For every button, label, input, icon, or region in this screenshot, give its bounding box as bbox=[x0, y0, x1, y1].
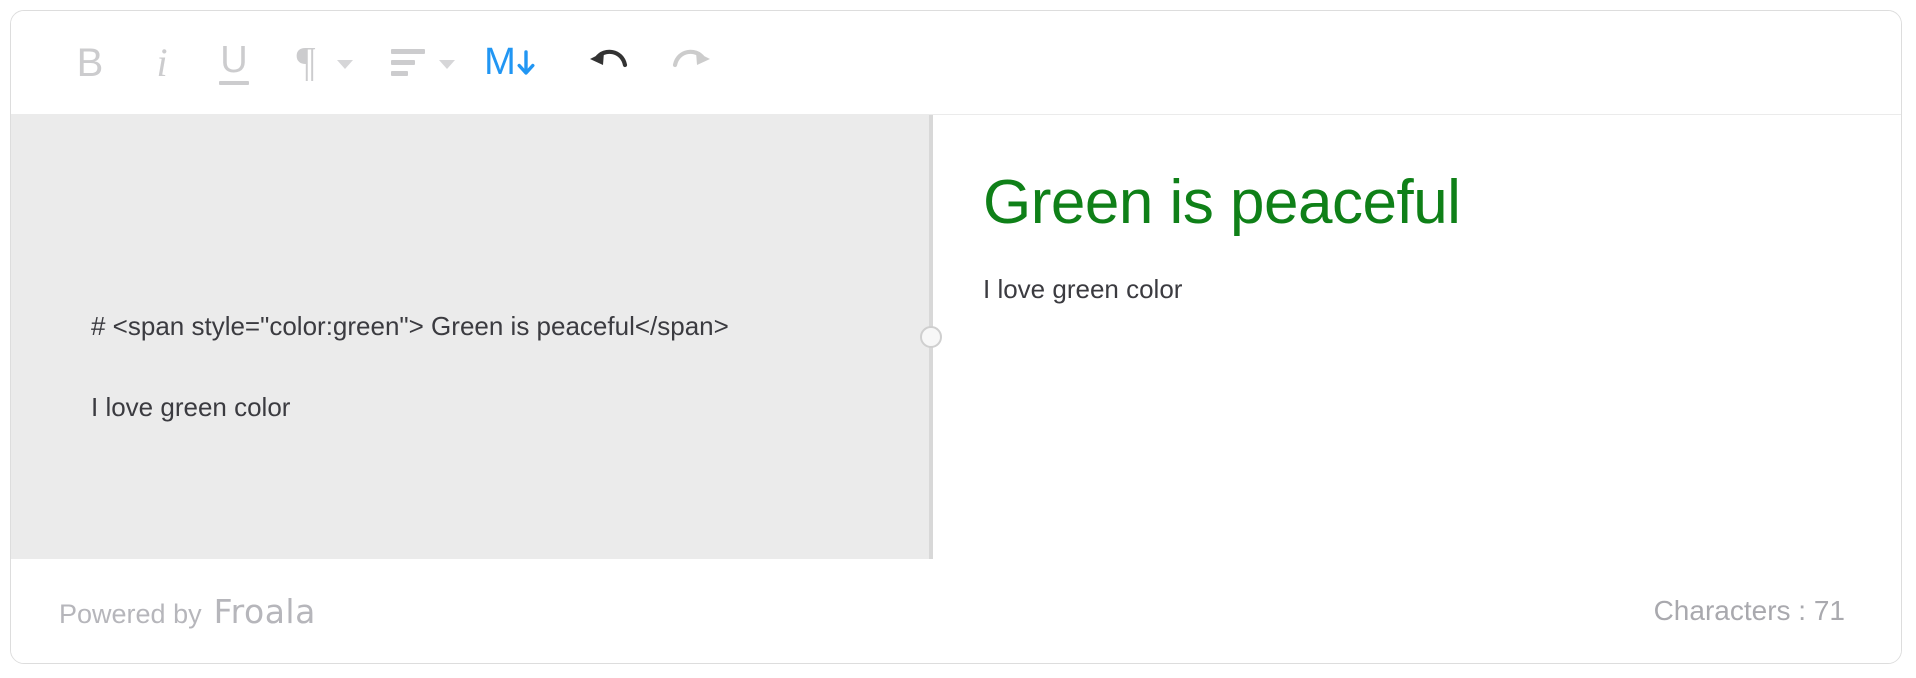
underline-bar bbox=[219, 80, 249, 85]
editor-toolbar: B i U ¶ M bbox=[11, 11, 1901, 115]
froala-logo: Froala bbox=[213, 591, 316, 631]
preview-paragraph: I love green color bbox=[983, 274, 1183, 305]
redo-icon bbox=[670, 46, 714, 80]
markdown-source-text[interactable]: # <span style="color:green"> Green is pe… bbox=[11, 309, 929, 425]
pane-divider[interactable] bbox=[920, 115, 942, 559]
paragraph-format-button[interactable]: ¶ bbox=[277, 34, 353, 92]
italic-icon: i bbox=[156, 39, 168, 85]
chevron-down-icon bbox=[439, 60, 455, 69]
source-line-2: I love green color bbox=[91, 392, 291, 422]
redo-button[interactable] bbox=[663, 34, 721, 92]
undo-button[interactable] bbox=[579, 34, 637, 92]
markdown-preview-pane: Green is peaceful I love green color bbox=[933, 115, 1901, 559]
markdown-icon: M bbox=[484, 43, 536, 81]
paragraph-icon: ¶ bbox=[296, 39, 316, 86]
italic-button[interactable]: i bbox=[133, 34, 191, 92]
markdown-button[interactable]: M bbox=[481, 34, 539, 92]
undo-icon bbox=[586, 46, 630, 80]
powered-by-label: Powered by bbox=[59, 598, 202, 629]
bold-button[interactable]: B bbox=[61, 34, 119, 92]
source-line-1: # <span style="color:green"> Green is pe… bbox=[91, 310, 729, 341]
align-button[interactable] bbox=[379, 34, 455, 92]
preview-heading: Green is peaceful bbox=[983, 168, 1461, 237]
chevron-down-icon bbox=[337, 60, 353, 69]
character-counter: Characters : 71 bbox=[1653, 595, 1845, 626]
align-left-icon bbox=[391, 49, 425, 76]
editor-panes: # <span style="color:green"> Green is pe… bbox=[11, 115, 1901, 559]
underline-button[interactable]: U bbox=[205, 34, 263, 92]
editor-footer: Powered by Froala Characters : 71 bbox=[11, 559, 1901, 663]
bold-icon: B bbox=[76, 40, 104, 85]
markdown-source-pane[interactable]: # <span style="color:green"> Green is pe… bbox=[11, 115, 929, 559]
pane-resize-handle[interactable] bbox=[920, 326, 942, 348]
froala-markdown-editor: B i U ¶ M # <span style="color:green"> G… bbox=[10, 10, 1902, 664]
underline-icon: U bbox=[219, 41, 249, 85]
powered-by-froala[interactable]: Powered by Froala bbox=[59, 592, 316, 631]
